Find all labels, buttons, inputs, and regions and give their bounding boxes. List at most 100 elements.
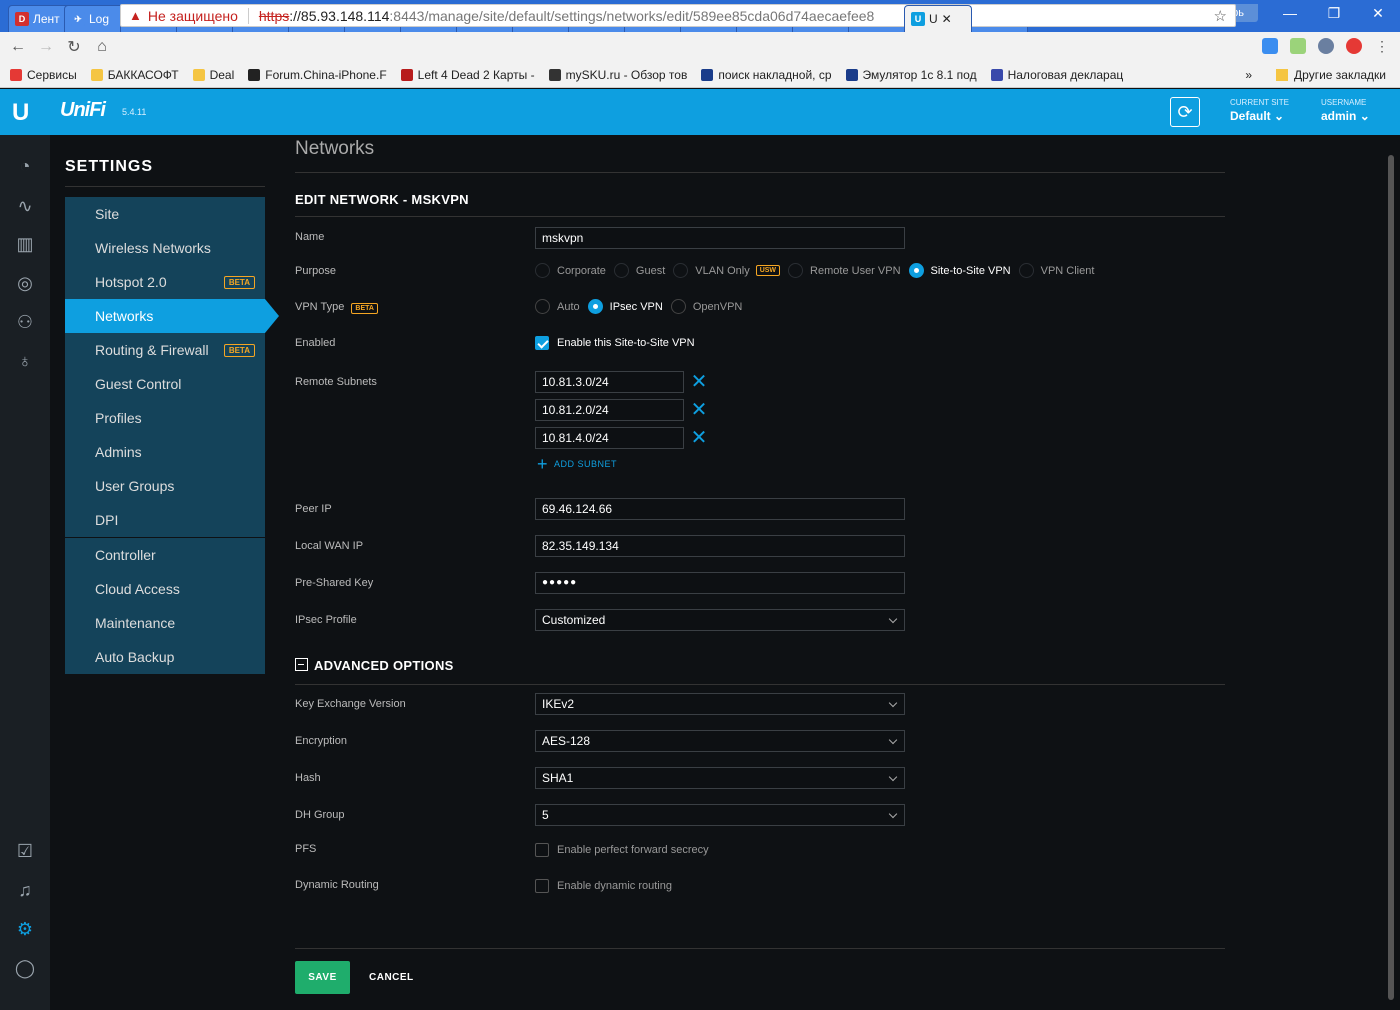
kex-select[interactable]: IKEv2 <box>535 693 905 715</box>
settings-nav-networks[interactable]: Networks <box>65 299 279 333</box>
extension-icon[interactable] <box>1290 38 1306 54</box>
hash-select[interactable]: SHA1 <box>535 767 905 789</box>
bookmark-item[interactable]: Forum.China-iPhone.F <box>248 68 387 82</box>
close-window-icon[interactable]: ✕ <box>1356 5 1400 22</box>
bookmark-star-icon[interactable]: ☆ <box>1214 7 1227 25</box>
statistics-icon[interactable]: ∿ <box>14 195 36 217</box>
bookmark-item[interactable]: поиск накладной, ср <box>701 68 832 82</box>
close-tab-icon[interactable]: ✕ <box>942 12 952 26</box>
remote-subnet-input[interactable]: 10.81.3.0/24 <box>535 371 684 393</box>
maximize-icon[interactable]: ❐ <box>1312 5 1356 22</box>
browser-tab[interactable]: D Лент <box>8 5 70 32</box>
ubiquiti-logo-icon[interactable]: U <box>12 99 38 126</box>
settings-nav-guest-control[interactable]: Guest Control <box>65 367 265 401</box>
remove-subnet-icon[interactable]: ✕ <box>690 400 708 420</box>
current-site-selector[interactable]: CURRENT SITE Default ⌄ <box>1230 98 1289 123</box>
settings-nav-cloud-access[interactable]: Cloud Access <box>65 572 265 606</box>
radio-corporate[interactable]: Corporate <box>535 263 606 278</box>
settings-nav-dpi[interactable]: DPI <box>65 503 265 537</box>
bookmark-item[interactable]: Deal <box>192 68 234 82</box>
local-wan-ip-input[interactable]: 82.35.149.134 <box>535 535 905 557</box>
extension-icon[interactable] <box>1262 38 1278 54</box>
settings-nav-profiles[interactable]: Profiles <box>65 401 265 435</box>
remote-subnet-input[interactable]: 10.81.2.0/24 <box>535 399 684 421</box>
radio-vlan-only[interactable]: VLAN Only USW <box>673 263 781 278</box>
dashboard-icon[interactable]: ◔ <box>14 155 36 177</box>
settings-nav-controller[interactable]: Controller <box>65 538 265 572</box>
radio-label: VPN Client <box>1040 264 1095 277</box>
nav-item-label: Cloud Access <box>95 581 180 597</box>
extension-icon[interactable] <box>1318 38 1334 54</box>
insights-icon[interactable]: ♁ <box>14 350 36 372</box>
pfs-checkbox[interactable]: Enable perfect forward secrecy <box>535 843 709 857</box>
settings-nav-hotspot-2-0[interactable]: Hotspot 2.0 BETA <box>65 265 265 299</box>
settings-nav-routing-firewall[interactable]: Routing & Firewall BETA <box>65 333 265 367</box>
devices-icon[interactable]: ◎ <box>14 272 36 294</box>
settings-nav-wireless-networks[interactable]: Wireless Networks <box>65 231 265 265</box>
remote-subnet-input[interactable]: 10.81.4.0/24 <box>535 427 684 449</box>
not-secure-label[interactable]: Не защищено <box>148 7 249 24</box>
save-button[interactable]: SAVE <box>295 961 350 994</box>
cancel-button[interactable]: CANCEL <box>369 961 414 994</box>
opera-icon[interactable] <box>1346 38 1362 54</box>
bookmarks-more-button[interactable]: » <box>1245 68 1252 82</box>
radio-guest[interactable]: Guest <box>613 263 665 278</box>
enabled-checkbox[interactable]: Enable this Site-to-Site VPN <box>535 336 695 350</box>
bookmark-item[interactable]: Налоговая декларац <box>990 68 1123 82</box>
settings-icon[interactable]: ⚙ <box>14 918 36 940</box>
radio-auto[interactable]: Auto <box>535 299 580 314</box>
ipsec-profile-select[interactable]: Customized <box>535 609 905 631</box>
radio-ipsec-vpn[interactable]: IPsec VPN <box>587 299 663 314</box>
advanced-options-toggle[interactable]: ADVANCED OPTIONS <box>295 658 454 673</box>
clients-icon[interactable]: ⚇ <box>14 311 36 333</box>
radio-vpn-client[interactable]: VPN Client <box>1018 263 1095 278</box>
dynamic-routing-checkbox[interactable]: Enable dynamic routing <box>535 879 672 893</box>
remove-subnet-icon[interactable]: ✕ <box>690 372 708 392</box>
radio-label: OpenVPN <box>692 300 743 313</box>
browser-tab[interactable]: ✈ Log <box>64 5 126 32</box>
url-bar[interactable]: ▲ Не защищено https ://85.93.148.114 :84… <box>120 4 1236 27</box>
bookmark-item[interactable]: Сервисы <box>10 68 77 82</box>
tab-label: Log <box>89 12 110 26</box>
settings-nav-admins[interactable]: Admins <box>65 435 265 469</box>
name-input[interactable]: mskvpn <box>535 227 905 249</box>
nav-item-label: Routing & Firewall <box>95 342 209 358</box>
alerts-icon[interactable]: ♫ <box>14 879 36 901</box>
bookmark-item[interactable]: mySKU.ru - Обзор тов <box>548 68 687 82</box>
other-bookmarks[interactable]: Другие закладки <box>1294 68 1386 82</box>
remove-subnet-icon[interactable]: ✕ <box>690 428 708 448</box>
warning-icon[interactable]: ▲ <box>129 8 142 23</box>
refresh-icon[interactable]: ⟳ <box>1170 97 1200 127</box>
kex-label: Key Exchange Version <box>295 698 406 710</box>
forward-icon[interactable]: → <box>32 38 60 56</box>
username-selector[interactable]: USERNAME admin ⌄ <box>1321 98 1370 123</box>
peer-ip-input[interactable]: 69.46.124.66 <box>535 498 905 520</box>
psk-input[interactable]: ●●●●● <box>535 572 905 594</box>
menu-icon[interactable]: ⋮ <box>1374 38 1390 54</box>
home-icon[interactable]: ⌂ <box>88 38 116 56</box>
radio-circle <box>613 263 629 278</box>
divider <box>65 186 265 187</box>
bookmark-item[interactable]: Эмулятор 1с 8.1 под <box>845 68 977 82</box>
events-icon[interactable]: ☑ <box>14 840 36 862</box>
radio-openvpn[interactable]: OpenVPN <box>670 299 743 314</box>
encryption-select[interactable]: AES-128 <box>535 730 905 752</box>
minimize-icon[interactable]: — <box>1268 5 1312 21</box>
chat-icon[interactable]: ◯ <box>14 957 36 979</box>
dh-group-select[interactable]: 5 <box>535 804 905 826</box>
settings-nav-user-groups[interactable]: User Groups <box>65 469 265 503</box>
radio-remote-user-vpn[interactable]: Remote User VPN <box>788 263 901 278</box>
scrollbar[interactable] <box>1388 155 1394 1000</box>
map-icon[interactable]: ▥ <box>14 233 36 255</box>
radio-site-to-site-vpn[interactable]: Site-to-Site VPN <box>908 263 1011 278</box>
back-icon[interactable]: ← <box>4 38 32 56</box>
browser-tab[interactable]: U U ✕ <box>904 5 972 32</box>
settings-nav-maintenance[interactable]: Maintenance <box>65 606 265 640</box>
settings-nav-site[interactable]: Site <box>65 197 265 231</box>
bookmark-item[interactable]: Left 4 Dead 2 Карты - <box>400 68 535 82</box>
reload-icon[interactable]: ↻ <box>60 37 88 57</box>
bookmark-item[interactable]: БАККАСОФТ <box>90 68 179 82</box>
add-subnet-button[interactable]: + ADD SUBNET <box>537 455 617 473</box>
settings-nav-auto-backup[interactable]: Auto Backup <box>65 640 265 674</box>
bookmark-icon <box>248 68 261 81</box>
